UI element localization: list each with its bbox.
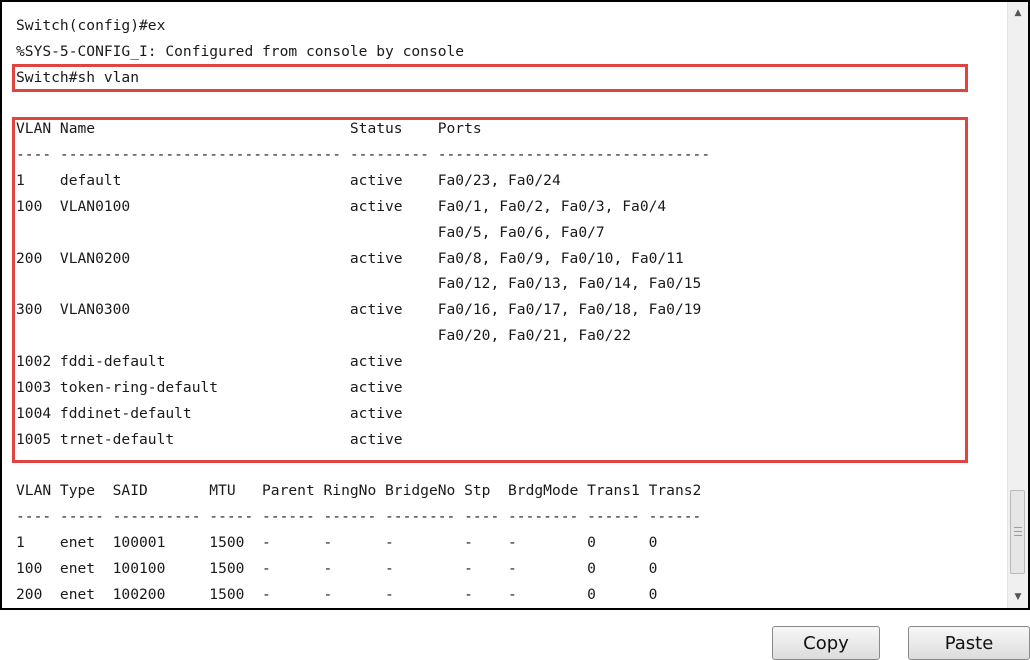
console-line: 300 enet 100300 1500 - - - - - 0 0 bbox=[16, 607, 710, 608]
console-line: Fa0/12, Fa0/13, Fa0/14, Fa0/15 bbox=[16, 275, 702, 293]
console-line: ---- -------------------------------- --… bbox=[16, 146, 711, 164]
console-line: 200 enet 100200 1500 - - - - - 0 0 bbox=[16, 585, 658, 603]
console-line: 200 VLAN0200 active Fa0/8, Fa0/9, Fa0/10… bbox=[16, 249, 684, 267]
vertical-scrollbar[interactable]: ▲ ▼ bbox=[1007, 2, 1028, 608]
console-line: 1002 fddi-default active bbox=[16, 352, 403, 370]
console-line: %SYS-5-CONFIG_I: Configured from console… bbox=[16, 42, 465, 60]
console-line: 100 VLAN0100 active Fa0/1, Fa0/2, Fa0/3,… bbox=[16, 197, 667, 215]
console-output-panel[interactable]: Switch(config)#ex %SYS-5-CONFIG_I: Config… bbox=[0, 0, 1030, 610]
scroll-up-arrow-icon[interactable]: ▲ bbox=[1008, 4, 1028, 22]
console-line: Switch(config)#ex bbox=[16, 17, 166, 34]
console-line: 100 enet 100100 1500 - - - - - 0 0 bbox=[16, 559, 658, 577]
console-line: 1 default active Fa0/23, Fa0/24 bbox=[16, 172, 561, 190]
grip-icon bbox=[1014, 527, 1022, 536]
console-line: 1004 fddinet-default active bbox=[16, 404, 403, 422]
console-line: ---- ----- ---------- ----- ------ -----… bbox=[16, 508, 702, 526]
copy-button[interactable]: Copy bbox=[772, 626, 880, 660]
console-line: 1003 token-ring-default active bbox=[16, 378, 403, 396]
console-line: VLAN Type SAID MTU Parent RingNo BridgeN… bbox=[16, 482, 702, 500]
console-line: 300 VLAN0300 active Fa0/16, Fa0/17, Fa0/… bbox=[16, 301, 702, 319]
console-line: Switch#sh vlan bbox=[16, 68, 140, 86]
console-line: Fa0/5, Fa0/6, Fa0/7 bbox=[16, 223, 605, 241]
console-line: Fa0/20, Fa0/21, Fa0/22 bbox=[16, 327, 632, 345]
paste-button[interactable]: Paste bbox=[908, 626, 1030, 660]
console-line: 1005 trnet-default active bbox=[16, 430, 403, 448]
console-line: 1 enet 100001 1500 - - - - - 0 0 bbox=[16, 533, 658, 551]
console-text: Switch(config)#ex %SYS-5-CONFIG_I: Config… bbox=[16, 13, 711, 608]
scroll-down-arrow-icon[interactable]: ▼ bbox=[1008, 588, 1028, 606]
console-line: VLAN Name Status Ports bbox=[16, 120, 482, 138]
scrollbar-thumb[interactable] bbox=[1010, 490, 1025, 574]
